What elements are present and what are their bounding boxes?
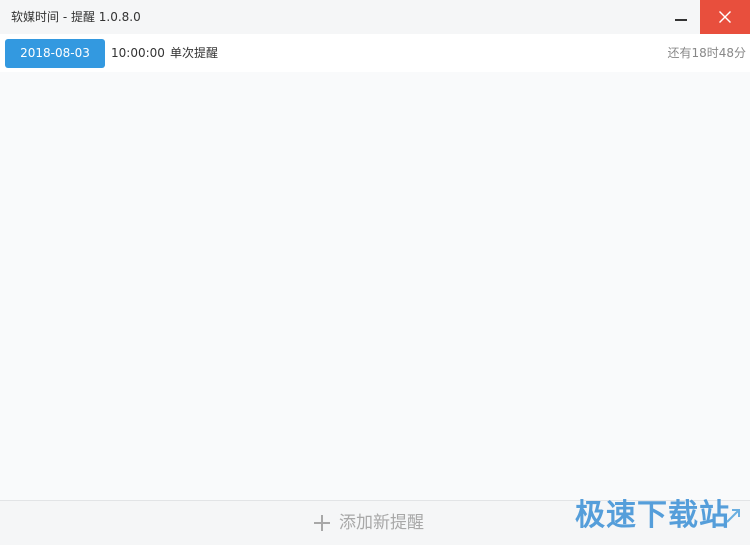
reminder-item[interactable]: 2018-08-03 10:00:00 单次提醒 还有18时48分: [0, 34, 750, 72]
add-reminder-label: 添加新提醒: [339, 513, 424, 533]
window-title: 软媒时间 - 提醒 1.0.8.0: [11, 10, 141, 24]
close-button[interactable]: [700, 0, 750, 34]
plus-icon: [314, 515, 330, 531]
watermark-logo: 极速下载站: [575, 498, 730, 533]
close-icon: [719, 11, 731, 23]
reminder-type: 单次提醒: [170, 46, 219, 60]
reminder-time: 10:00:00: [111, 46, 165, 60]
reminder-list: 2018-08-03 10:00:00 单次提醒 还有18时48分: [0, 34, 750, 72]
add-reminder-button[interactable]: 添加新提醒: [313, 511, 424, 535]
title-bar: 软媒时间 - 提醒 1.0.8.0: [0, 0, 750, 34]
minimize-icon: [675, 19, 687, 21]
watermark-arrow-icon: [726, 509, 740, 523]
reminder-remaining: 还有18时48分: [667, 46, 746, 60]
reminder-date-badge[interactable]: 2018-08-03: [5, 39, 105, 68]
minimize-button[interactable]: [664, 0, 698, 34]
